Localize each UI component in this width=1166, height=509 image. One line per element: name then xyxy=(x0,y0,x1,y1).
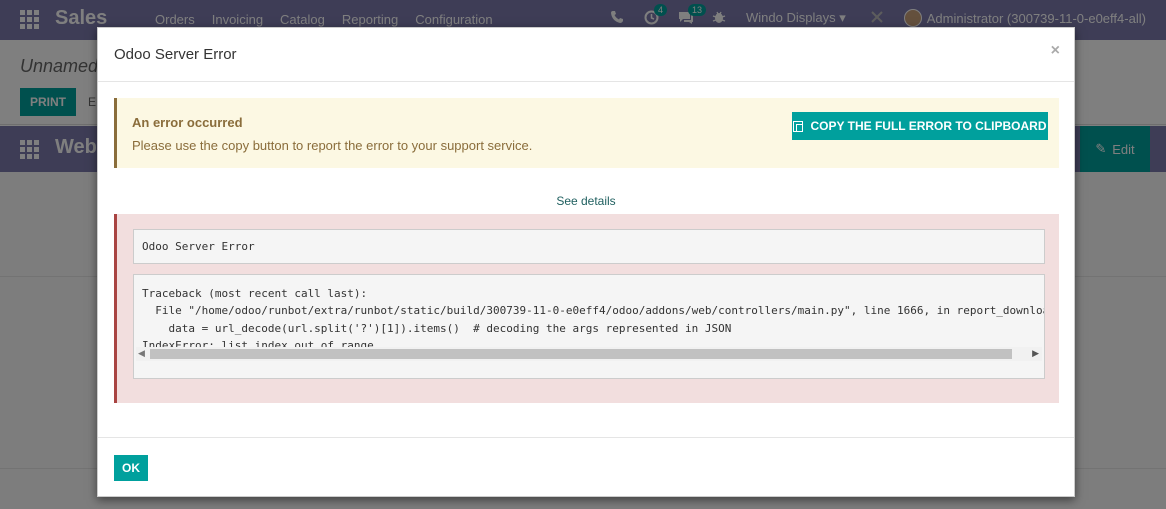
dialog-title: Odoo Server Error xyxy=(114,46,237,63)
ok-button[interactable]: OK xyxy=(114,455,148,481)
copy-error-label: COPY THE FULL ERROR TO CLIPBOARD xyxy=(810,119,1047,133)
scrollbar-thumb[interactable] xyxy=(150,349,1012,359)
traceback-box: Traceback (most recent call last): File … xyxy=(133,274,1045,379)
dialog-header: Odoo Server Error × xyxy=(98,28,1074,82)
warning-alert: An error occurred Please use the copy bu… xyxy=(114,98,1059,168)
dialog-footer: OK xyxy=(98,437,1074,497)
scroll-right-icon[interactable]: ▶ xyxy=(1032,348,1039,359)
traceback-text: Traceback (most recent call last): File … xyxy=(142,287,1044,353)
scroll-left-icon[interactable]: ◀ xyxy=(138,348,145,359)
see-details-link[interactable]: See details xyxy=(98,194,1074,208)
clipboard-icon xyxy=(793,120,804,132)
alert-text: Please use the copy button to report the… xyxy=(132,138,533,153)
copy-error-button[interactable]: COPY THE FULL ERROR TO CLIPBOARD xyxy=(792,112,1048,140)
alert-heading: An error occurred xyxy=(132,115,243,130)
error-name: Odoo Server Error xyxy=(133,229,1045,264)
error-dialog: Odoo Server Error × An error occurred Pl… xyxy=(97,27,1075,497)
error-details-panel: Odoo Server Error Traceback (most recent… xyxy=(114,214,1059,403)
horizontal-scrollbar[interactable]: ◀ ▶ xyxy=(136,347,1042,361)
close-icon[interactable]: × xyxy=(1051,42,1060,60)
